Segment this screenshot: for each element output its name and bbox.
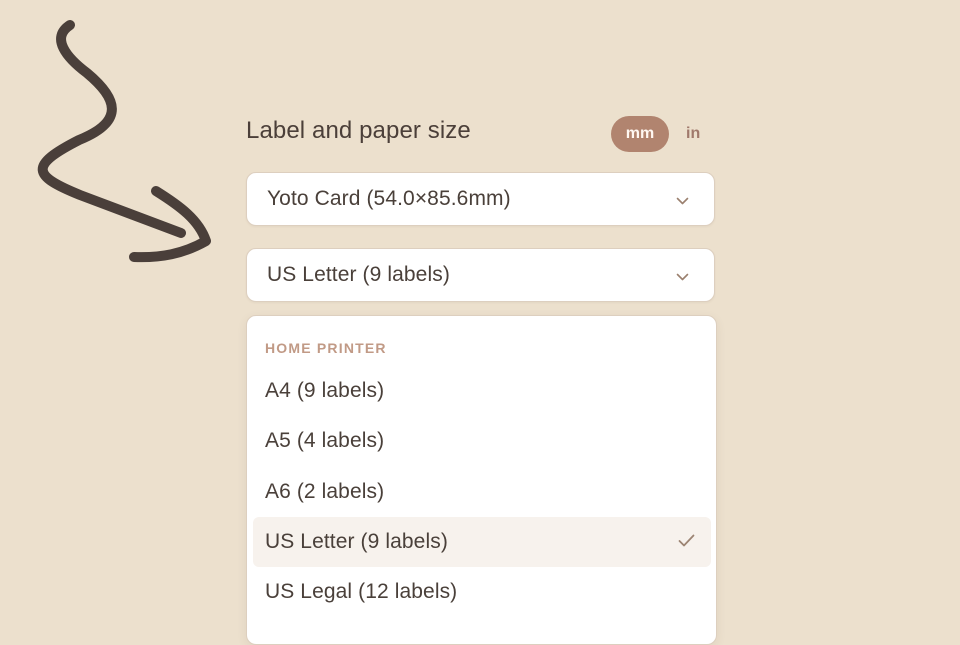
chevron-down-icon [676,273,689,281]
unit-in-button[interactable]: in [678,116,708,152]
paper-size-value: US Letter (9 labels) [267,263,450,286]
option-us-legal[interactable]: US Legal (12 labels) [253,567,711,617]
option-label: US Letter (9 labels) [265,530,448,553]
group-label-home-printer: HOME PRINTER [265,340,387,356]
paper-size-select[interactable]: US Letter (9 labels) [246,248,715,302]
option-label: A6 (2 labels) [265,480,385,503]
option-a5[interactable]: A5 (4 labels) [253,416,711,466]
option-label: US Legal (12 labels) [265,580,458,603]
option-label: A5 (4 labels) [265,429,385,452]
paper-size-dropdown: HOME PRINTER A4 (9 labels) A5 (4 labels)… [246,315,717,645]
option-us-letter[interactable]: US Letter (9 labels) [253,517,711,567]
chevron-down-icon [676,197,689,205]
hand-drawn-arrow-icon [37,20,211,263]
unit-toggle: mm in [611,116,708,152]
checkmark-icon [678,534,695,547]
option-a6[interactable]: A6 (2 labels) [253,467,711,517]
label-size-select[interactable]: Yoto Card (54.0×85.6mm) [246,172,715,226]
label-size-value: Yoto Card (54.0×85.6mm) [267,187,511,210]
unit-mm-button[interactable]: mm [611,116,669,152]
page-title: Label and paper size [246,117,471,144]
option-a4[interactable]: A4 (9 labels) [253,366,711,416]
option-label: A4 (9 labels) [265,379,385,402]
